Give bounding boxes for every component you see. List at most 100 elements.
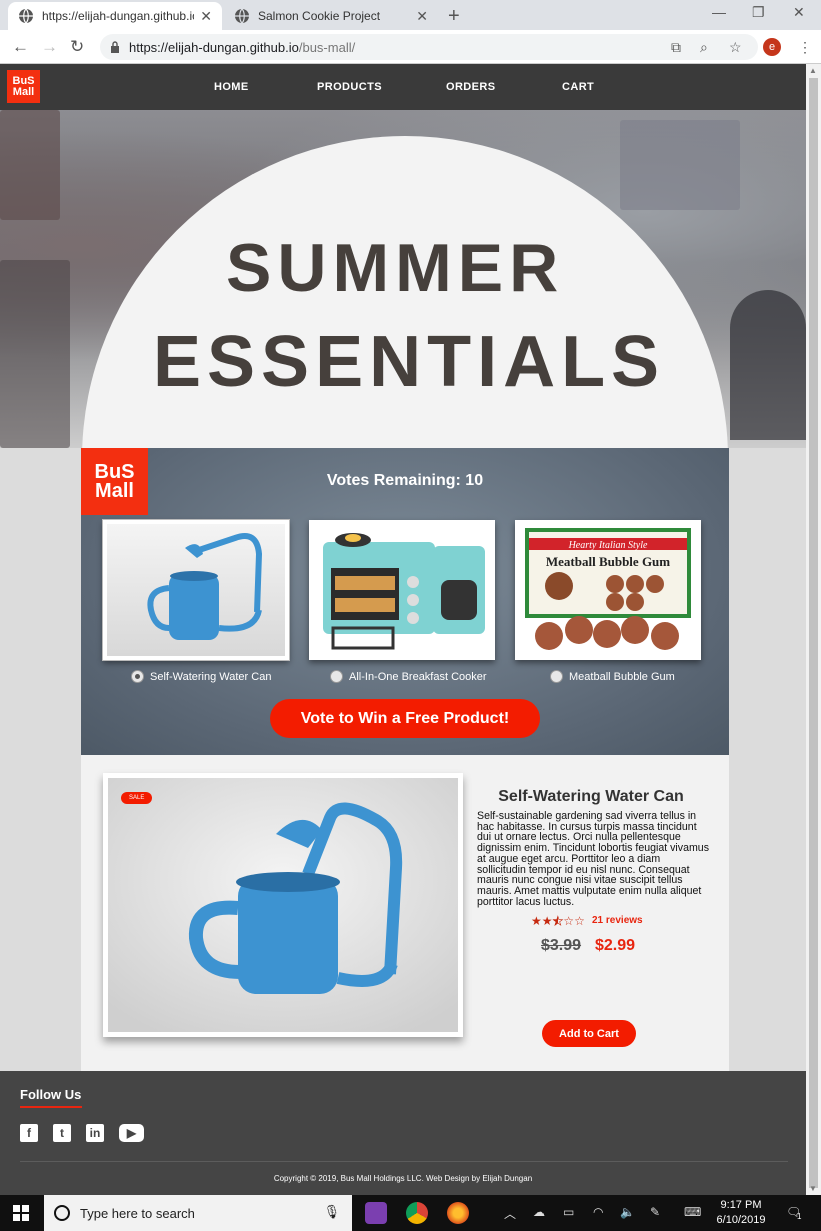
nav-products[interactable]: PRODUCTS [317,81,382,93]
web-page: BuS Mall HOME PRODUCTS ORDERS CART SUMME… [0,64,806,1195]
star-empty-icon: ☆ [563,914,575,928]
cloud-icon[interactable]: ☁ [533,1205,545,1219]
star-full-icon: ★ [531,914,542,928]
taskbar-search[interactable]: Type here to search 🎙 [44,1195,352,1231]
address-bar[interactable]: https://elijah-dungan.github.io/bus-mall… [100,34,758,60]
product-name: Self-Watering Water Can [498,788,684,805]
star-half-icon: ★ [552,914,564,929]
store-background [620,120,740,210]
sale-price: $2.99 [595,937,636,954]
main-container: BuS Mall Votes Remaining: 10 Hearty Ital… [81,448,729,1071]
option-breakfast-cooker[interactable]: All-In-One Breakfast Cooker [330,670,487,683]
scrollbar-thumb[interactable] [809,78,818,1188]
water-can-large-image [108,778,458,1032]
rating-stars: ★★★☆☆ [531,914,585,929]
product-card-water-can[interactable] [102,519,290,661]
browser-tabstrip: https://elijah-dungan.github.io/b ✕ Salm… [0,0,821,30]
translate-icon[interactable]: ⧉ [671,39,681,56]
clock-date: 6/10/2019 [716,1214,766,1226]
scroll-up-icon[interactable]: ▲ [809,66,817,75]
follow-us-heading: Follow Us [20,1087,82,1102]
old-price: $3.99 [541,937,582,954]
star-icon[interactable]: ☆ [729,39,742,56]
review-count[interactable]: 21 reviews [592,915,643,926]
onenote-icon[interactable] [365,1202,387,1224]
forward-arrow-icon[interactable]: → [41,37,58,57]
star-full-icon: ★ [541,914,553,928]
tab-title: Salmon Cookie Project [258,9,381,23]
browser-tab[interactable]: Salmon Cookie Project ✕ [224,2,438,30]
profile-avatar[interactable]: e [763,38,781,56]
water-can-image [107,524,285,656]
gum-name-text: Meatball Bubble Gum [546,554,670,569]
firefox-icon[interactable] [447,1202,469,1224]
breakfast-cooker-image [313,524,491,656]
votes-remaining: Votes Remaining: 10 [326,472,484,489]
back-arrow-icon[interactable]: ← [12,37,29,57]
restore-icon[interactable]: ❐ [752,4,765,21]
copyright-text: Copyright © 2019, Bus Mall Holdings LLC.… [273,1174,533,1183]
gum-brand-text: Hearty Italian Style [568,540,648,551]
keyboard-icon[interactable]: ⌨ [684,1205,701,1219]
browser-tab-active[interactable]: https://elijah-dungan.github.io/b ✕ [8,2,222,30]
scroll-down-icon[interactable]: ▼ [809,1184,817,1193]
minimize-icon[interactable]: — [712,4,726,20]
page-scrollbar[interactable]: ▲ ▼ [806,64,821,1195]
meatball-gum-image: Hearty Italian Style Meatball Bubble Gum [519,524,697,656]
chrome-icon[interactable] [406,1202,428,1224]
vote-button[interactable]: Vote to Win a Free Product! [270,699,540,738]
store-background [730,290,806,440]
globe-icon [235,8,249,24]
youtube-icon[interactable]: ▶ [119,1124,144,1142]
hero-title-line2: ESSENTIALS [153,322,666,402]
zoom-icon[interactable]: ⌕ [700,39,708,56]
url-path: /bus-mall/ [298,39,356,55]
tab-title: https://elijah-dungan.github.io/b [42,9,195,23]
nav-orders[interactable]: ORDERS [446,81,495,93]
site-navbar: BuS Mall HOME PRODUCTS ORDERS CART [0,64,806,110]
close-window-icon[interactable]: ✕ [793,4,805,21]
radio-water-can[interactable] [131,670,144,683]
option-meatball-gum[interactable]: Meatball Bubble Gum [550,670,675,683]
tray-chevron-icon[interactable]: ︿ [504,1205,516,1222]
browser-toolbar: ← → ↻ https://elijah-dungan.github.io/bu… [0,30,821,64]
battery-icon[interactable]: ▭ [563,1205,574,1219]
store-background [0,260,70,448]
site-logo[interactable]: BuS Mall [7,70,40,103]
vote-panel: BuS Mall Votes Remaining: 10 Hearty Ital… [81,448,729,755]
search-placeholder: Type here to search [80,1205,195,1221]
windows-start-icon[interactable] [13,1205,29,1221]
windows-taskbar: Type here to search 🎙 ︿ ☁ ▭ ◠ 🔈 ✎ ⌨ 9:17… [0,1195,821,1231]
lock-icon [111,41,119,53]
clock-time: 9:17 PM [720,1199,762,1211]
nav-cart[interactable]: CART [562,81,594,93]
site-footer: Follow Us f t in ▶ Copyright © 2019, Bus… [0,1071,806,1195]
microphone-icon[interactable]: 🎙 [323,1204,340,1220]
hero-banner: SUMMER ESSENTIALS [0,110,806,448]
radio-breakfast-cooker[interactable] [330,670,343,683]
volume-icon[interactable]: 🔈 [620,1205,635,1219]
close-tab-icon[interactable]: ✕ [200,8,212,25]
store-background [0,110,60,220]
follow-underline [20,1106,82,1108]
taskbar-clock[interactable]: 9:17 PM 6/10/2019 [706,1198,776,1228]
product-description: Self-sustainable gardening sad viverra t… [477,810,709,908]
new-tab-button[interactable]: + [448,5,460,28]
nav-home[interactable]: HOME [214,81,249,93]
facebook-icon[interactable]: f [20,1124,38,1142]
star-empty-icon: ☆ [574,914,585,928]
close-tab-icon[interactable]: ✕ [416,8,428,25]
product-card-breakfast-cooker[interactable] [309,520,495,660]
pen-icon[interactable]: ✎ [650,1205,660,1219]
add-to-cart-button[interactable]: Add to Cart [542,1020,636,1047]
menu-icon[interactable]: ⋮ [798,39,812,56]
linkedin-icon[interactable]: in [86,1124,104,1142]
radio-meatball-gum[interactable] [550,670,563,683]
product-card-meatball-gum[interactable]: Hearty Italian Style Meatball Bubble Gum [515,520,701,660]
reload-icon[interactable]: ↻ [70,37,84,57]
url-host: https://elijah-dungan.github.io [129,39,299,55]
sale-badge: SALE [121,792,153,804]
twitter-icon[interactable]: t [53,1124,71,1142]
option-water-can[interactable]: Self-Watering Water Can [131,670,271,683]
wifi-icon[interactable]: ◠ [593,1205,603,1219]
